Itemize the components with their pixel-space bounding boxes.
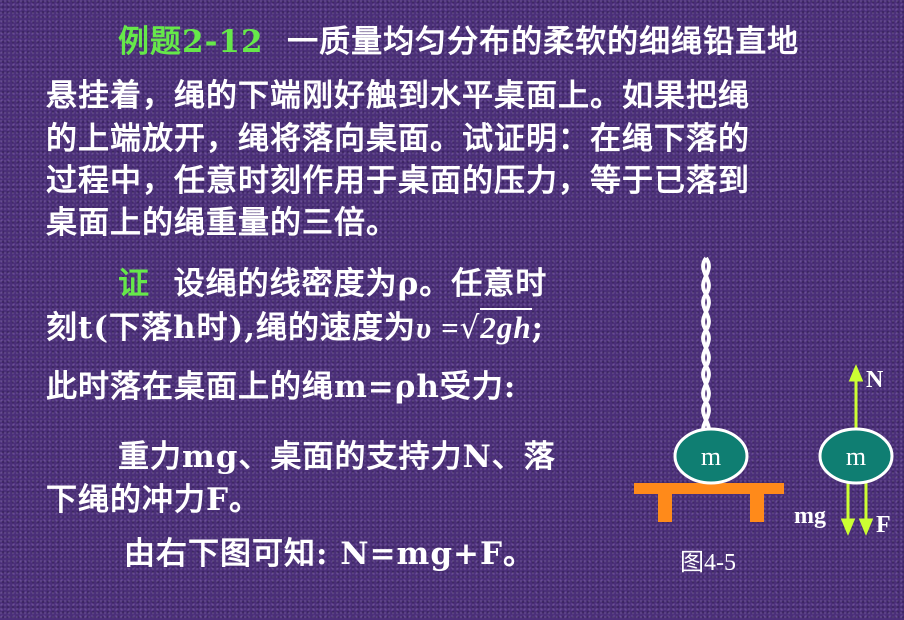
figure-caption: 图4-5: [680, 550, 736, 576]
proof-line-2: 刻t(下落h时),绳的速度为υ =√2gh;: [46, 308, 544, 348]
table-leg-right: [750, 494, 764, 522]
proof-line-4: 重力mg、桌面的支持力N、落: [118, 439, 556, 475]
proof-text-2: 刻t(下落h时),绳的速度为: [46, 310, 416, 346]
proof-line-3: 此时落在桌面上的绳m=ρh受力:: [46, 369, 517, 405]
sqrt-sign: √: [459, 310, 481, 346]
example-line-1: 例题2-12 一质量均匀分布的柔软的细绳铅直地: [118, 22, 799, 62]
velocity-radicand: 2gh: [480, 308, 532, 345]
example-line-5: 桌面上的绳重量的三倍。: [46, 205, 398, 241]
proof-line-5: 下绳的冲力F。: [46, 482, 262, 518]
proof-line-6: 由右下图可知: N=mg+F。: [124, 536, 536, 572]
figure-diagram: m m N mg F 图4-5: [634, 256, 894, 576]
force-mg-label: mg: [794, 503, 826, 529]
rope-icon: [701, 256, 711, 440]
example-line-2: 悬挂着，绳的下端刚好触到水平桌面上。如果把绳: [46, 78, 750, 114]
example-text-1: 一质量均匀分布的柔软的细绳铅直地: [287, 24, 800, 60]
force-f-label: F: [876, 512, 891, 538]
example-line-3: 的上端放开，绳将落向桌面。试证明：在绳下落的: [46, 121, 750, 157]
velocity-symbol: υ =: [415, 310, 460, 345]
proof-label: 证: [118, 266, 150, 302]
proof-text-1: 设绳的线密度为ρ。任意时: [173, 266, 548, 302]
force-n-arrowhead: [848, 364, 864, 382]
mass-left-label: m: [701, 442, 721, 471]
table-leg-left: [658, 494, 672, 522]
example-label: 例题2-12: [118, 24, 264, 60]
example-line-4: 过程中，任意时刻作用于桌面的压力，等于已落到: [46, 163, 750, 199]
proof-line-1: 证 设绳的线密度为ρ。任意时: [118, 264, 547, 304]
mass-right-label: m: [846, 442, 866, 471]
force-mg-arrowhead: [840, 518, 856, 536]
semicolon: ;: [531, 310, 545, 346]
force-f-arrowhead: [858, 518, 874, 536]
table-top: [634, 483, 784, 494]
force-n-label: N: [866, 367, 884, 393]
